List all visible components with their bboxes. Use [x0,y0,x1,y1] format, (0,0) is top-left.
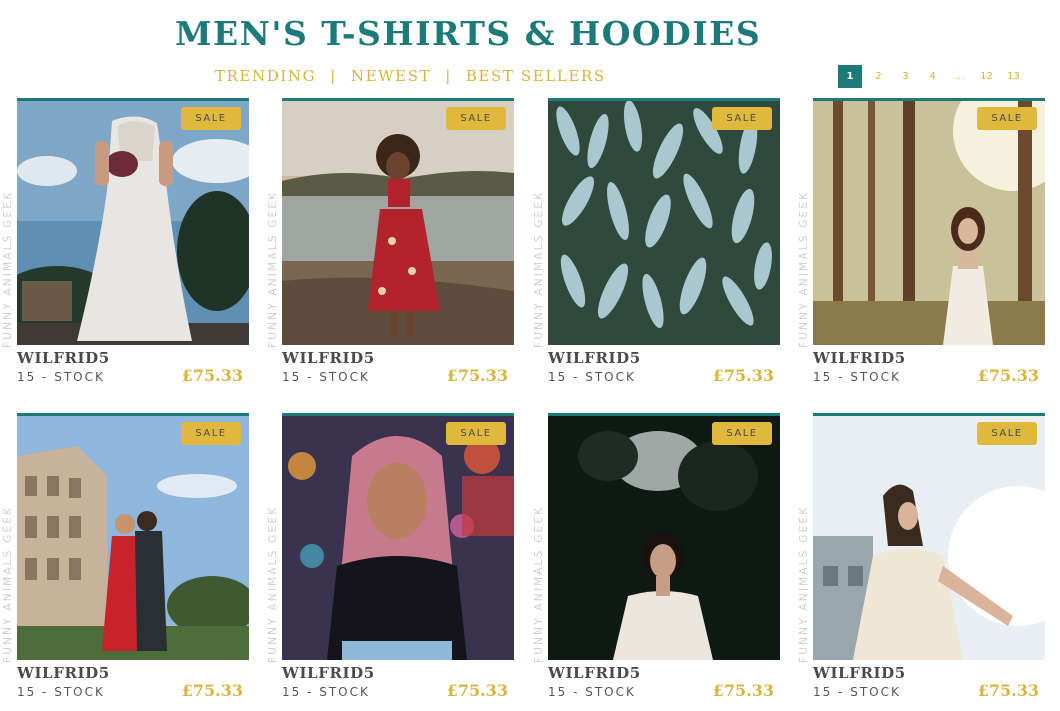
product-stock: 15 - STOCK [17,685,105,699]
product-name[interactable]: WILFRID5 [282,664,375,682]
product-name[interactable]: WILFRID5 [548,349,641,367]
sale-badge: SALE [181,107,241,130]
filter-separator: | [445,67,452,85]
side-category-label: FUNNY ANIMALS GEEK [533,505,545,663]
product-name[interactable]: WILFRID5 [813,349,906,367]
filter-newest[interactable]: NEWEST [351,67,431,85]
product-name[interactable]: WILFRID5 [548,664,641,682]
product-image-dark-forest-woman[interactable] [548,416,780,660]
product-card[interactable]: SALE FUNNY ANIMALS GEEK WILFRID5 15 - ST… [267,413,514,711]
sale-badge: SALE [446,107,506,130]
product-price: £75.33 [977,366,1039,385]
product-stock: 15 - STOCK [17,370,105,384]
product-name[interactable]: WILFRID5 [282,349,375,367]
product-price: £75.33 [181,681,243,700]
page-3-button[interactable]: 3 [892,71,919,82]
side-category-label: FUNNY ANIMALS GEEK [798,505,810,663]
product-card[interactable]: SALE FUNNY ANIMALS GEEK WILFRID5 15 - ST… [2,413,249,711]
product-price: £75.33 [446,681,508,700]
product-card[interactable]: SALE FUNNY ANIMALS GEEK WILFRID5 15 - ST… [798,413,1045,711]
side-category-label: FUNNY ANIMALS GEEK [267,505,279,663]
sale-badge: SALE [181,422,241,445]
sale-badge: SALE [712,107,772,130]
product-price: £75.33 [181,366,243,385]
product-name[interactable]: WILFRID5 [17,349,110,367]
product-name[interactable]: WILFRID5 [17,664,110,682]
product-stock: 15 - STOCK [813,370,901,384]
pagination: 1 2 3 4 ... 12 13 [838,65,1027,88]
filter-separator: | [330,67,337,85]
side-category-label: FUNNY ANIMALS GEEK [267,190,279,348]
product-card[interactable]: SALE FUNNY ANIMALS GEEK WILFRID5 15 - ST… [533,98,780,398]
page-4-button[interactable]: 4 [919,71,946,82]
side-category-label: FUNNY ANIMALS GEEK [798,190,810,348]
product-card[interactable]: SALE FUNNY ANIMALS GEEK WILFRID5 15 - ST… [533,413,780,711]
product-image-lake-woman[interactable] [282,101,514,345]
filter-trending[interactable]: TRENDING [215,67,316,85]
sale-badge: SALE [446,422,506,445]
filter-nav: TRENDING | NEWEST | BEST SELLERS [215,67,606,85]
side-category-label: FUNNY ANIMALS GEEK [533,190,545,348]
page-title: MEN'S T-SHIRTS & HOODIES [175,14,762,53]
product-card[interactable]: SALE FUNNY ANIMALS GEEK WILFRID5 15 - ST… [798,98,1045,398]
product-image-bride[interactable] [17,101,249,345]
side-category-label: FUNNY ANIMALS GEEK [2,505,14,663]
product-stock: 15 - STOCK [548,685,636,699]
product-image-succulents[interactable] [548,101,780,345]
page-2-button[interactable]: 2 [865,71,892,82]
product-card[interactable]: SALE FUNNY ANIMALS GEEK WILFRID5 15 - ST… [267,98,514,398]
sale-badge: SALE [977,107,1037,130]
filter-best-sellers[interactable]: BEST SELLERS [466,67,606,85]
page-13-button[interactable]: 13 [1000,71,1027,82]
page-ellipsis: ... [954,71,965,82]
page-12-button[interactable]: 12 [973,71,1000,82]
product-price: £75.33 [446,366,508,385]
product-stock: 15 - STOCK [282,370,370,384]
product-stock: 15 - STOCK [282,685,370,699]
product-price: £75.33 [712,681,774,700]
product-image-colosseum-couple[interactable] [17,416,249,660]
page-1-button[interactable]: 1 [838,65,862,88]
product-image-sunlit-woman[interactable] [813,416,1045,660]
sale-badge: SALE [977,422,1037,445]
product-stock: 15 - STOCK [548,370,636,384]
side-category-label: FUNNY ANIMALS GEEK [2,190,14,348]
product-price: £75.33 [712,366,774,385]
product-price: £75.33 [977,681,1039,700]
product-stock: 15 - STOCK [813,685,901,699]
sale-badge: SALE [712,422,772,445]
product-image-pink-hair-woman[interactable] [282,416,514,660]
product-name[interactable]: WILFRID5 [813,664,906,682]
product-image-forest-woman[interactable] [813,101,1045,345]
product-card[interactable]: SALE FUNNY ANIMALS GEEK WILFRID5 15 - ST… [2,98,249,398]
